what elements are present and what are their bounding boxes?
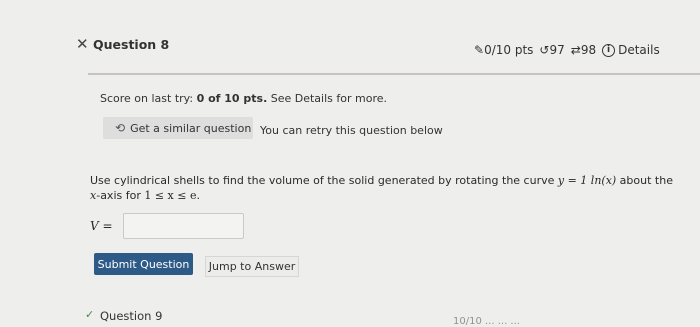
answer-input[interactable] xyxy=(123,213,244,239)
next-question-title[interactable]: Question 9 xyxy=(100,309,162,323)
refresh-icon: ⟲ xyxy=(115,121,126,135)
details-link[interactable]: Details xyxy=(618,43,660,57)
jump-to-answer-button[interactable]: Jump to Answer xyxy=(205,256,299,277)
info-icon[interactable]: i xyxy=(602,43,616,57)
submit-question-button[interactable]: Submit Question xyxy=(94,253,193,275)
close-icon[interactable]: ✕ xyxy=(76,35,89,53)
checkmark-icon: ✓ xyxy=(85,308,95,321)
question-title: Question 8 xyxy=(93,37,170,52)
pencil-square-icon: ✎ xyxy=(474,43,485,57)
question-meta: ✎ 0/10 pts ↺ 97 ⇄ 98 i Details xyxy=(474,43,660,57)
next-question-meta: 10/10 ... ... ... xyxy=(453,316,520,327)
retry-hint: You can retry this question below xyxy=(260,124,443,137)
answer-label: V = xyxy=(90,219,113,233)
attempts-icon: ⇄ xyxy=(570,43,581,57)
attempt-count: 98 xyxy=(580,43,597,57)
divider xyxy=(88,73,700,75)
points-label: 0/10 pts xyxy=(484,43,534,57)
retry-count: 97 xyxy=(549,43,565,57)
similar-question-button[interactable]: ⟲ Get a similar question xyxy=(103,117,253,139)
interval: 1 ≤ x ≤ e. xyxy=(144,189,200,202)
score-text: Score on last try: 0 of 10 pts. See Deta… xyxy=(100,92,388,105)
equation: y = 1 ln(x) xyxy=(557,174,617,187)
retry-icon: ↺ xyxy=(539,43,550,57)
problem-statement: Use cylindrical shells to find the volum… xyxy=(90,174,673,202)
